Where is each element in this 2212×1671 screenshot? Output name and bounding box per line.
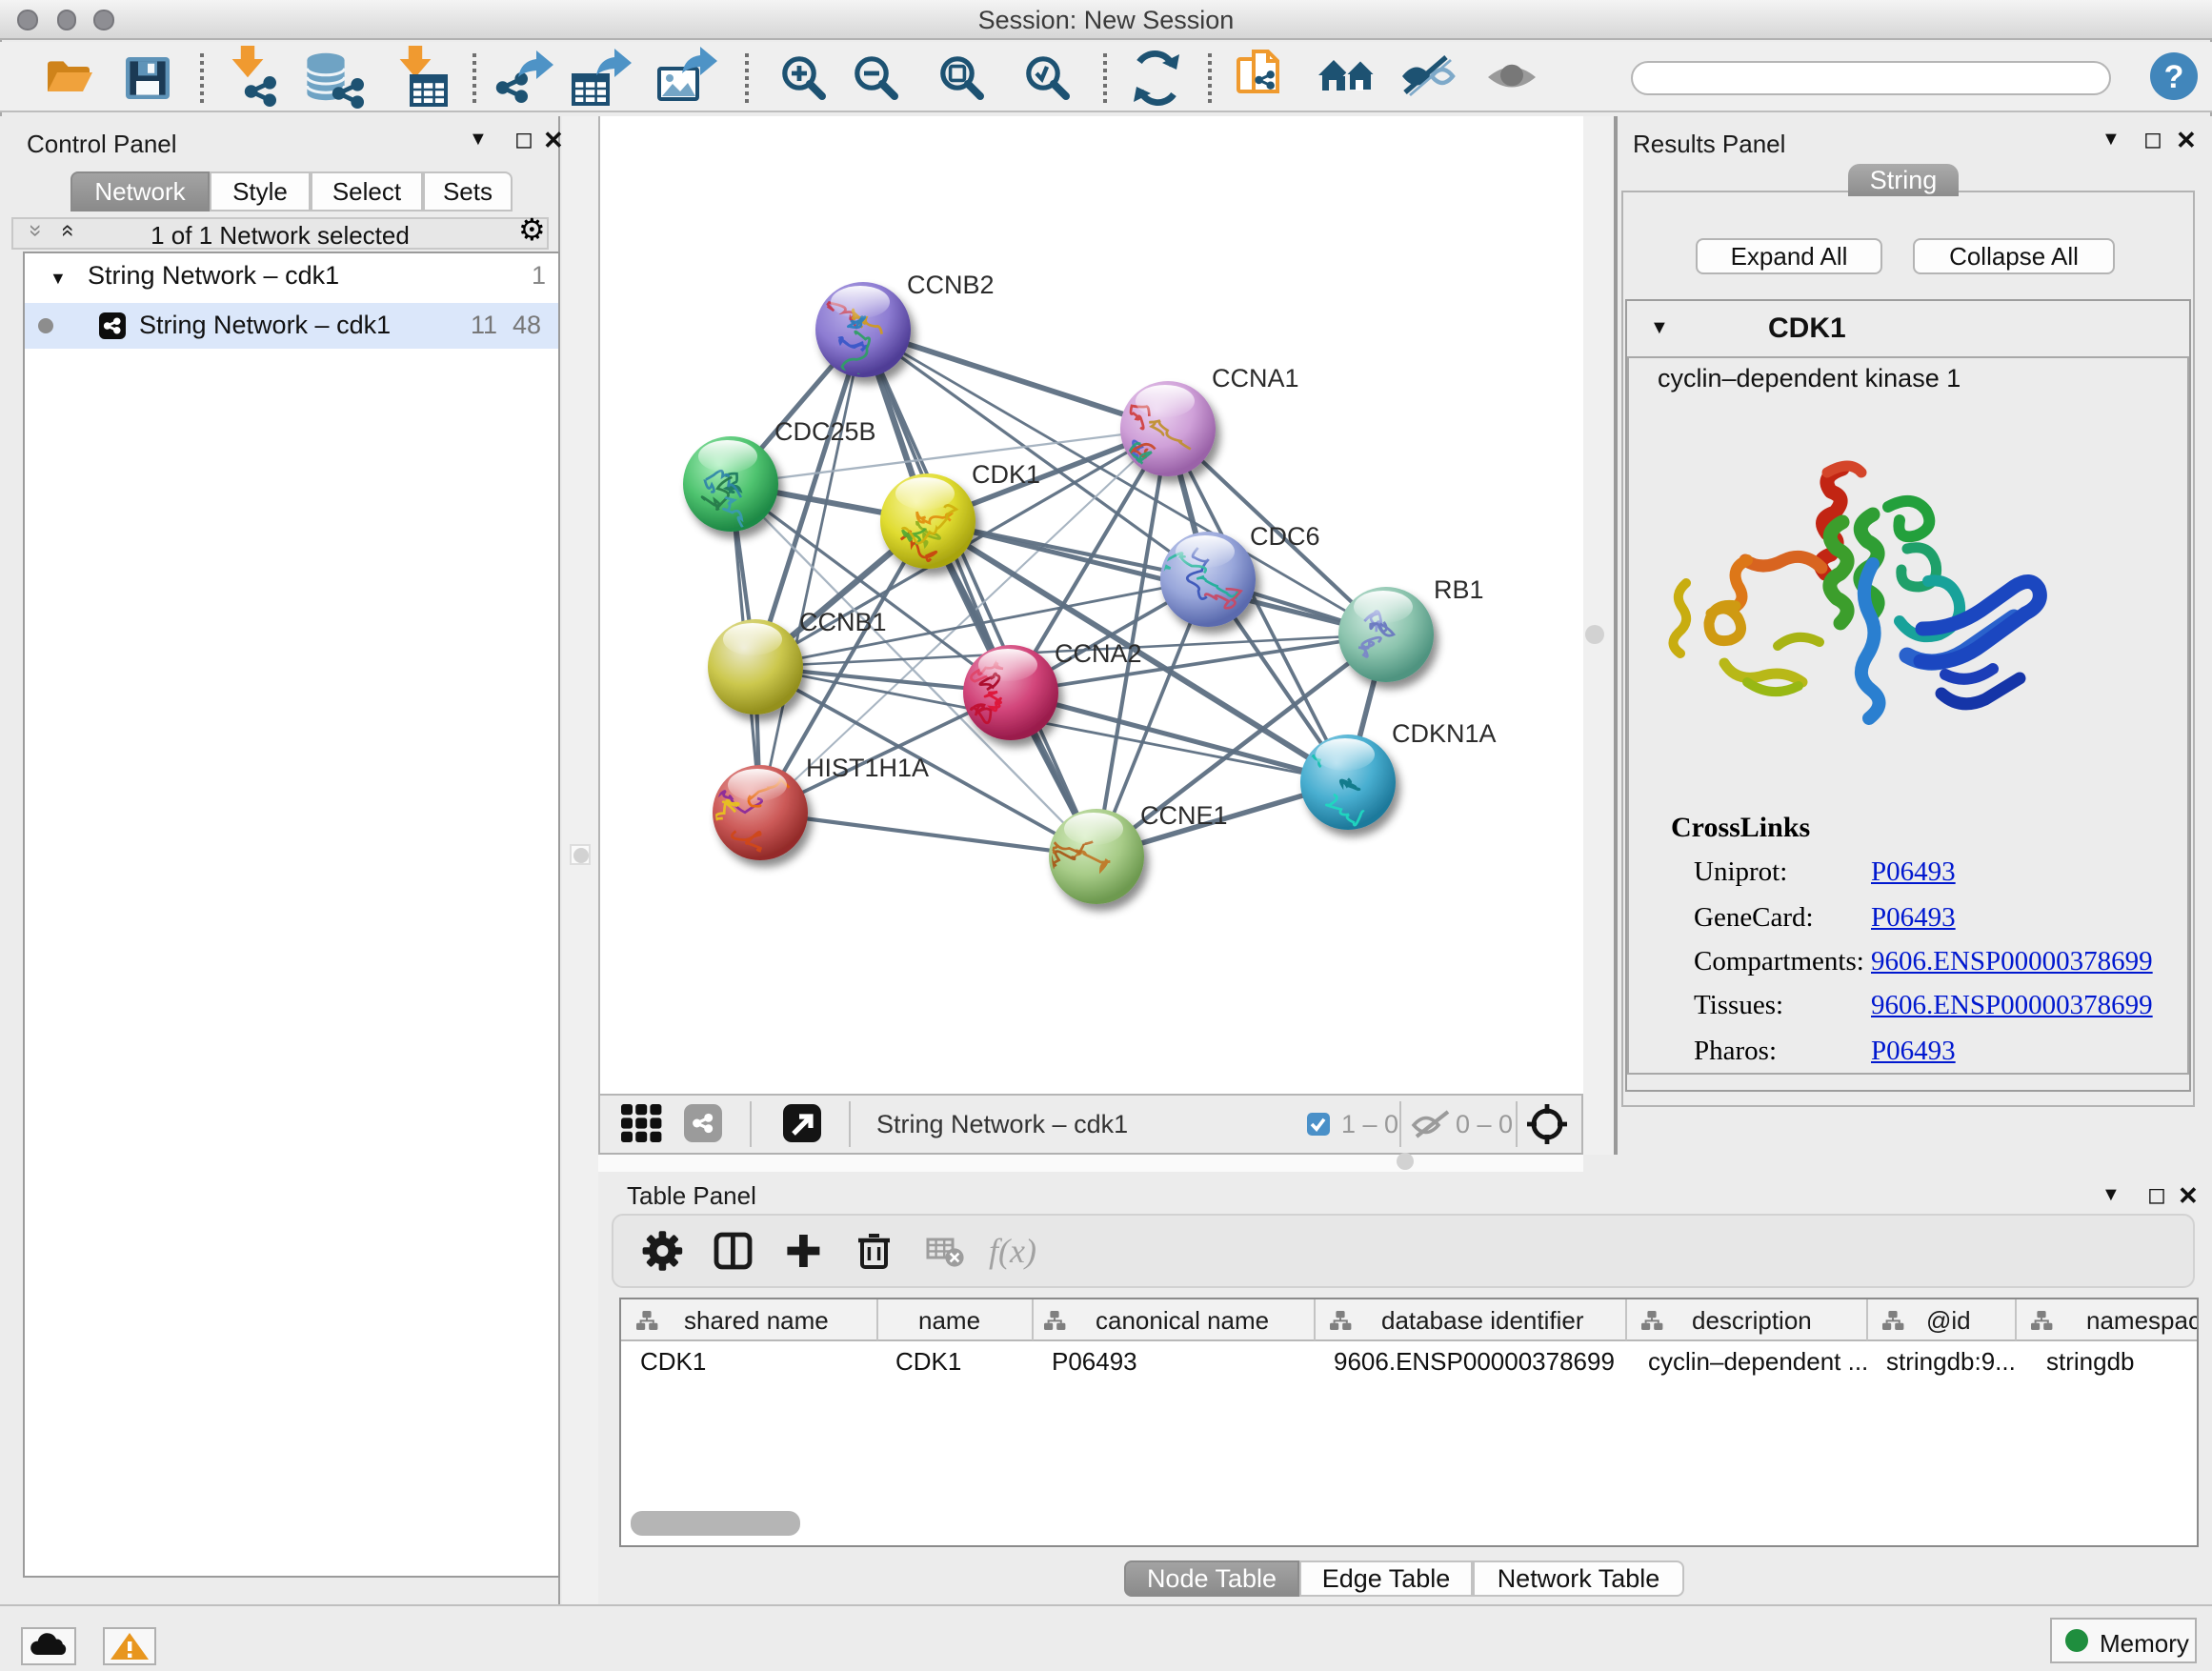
svg-text:CDK1: CDK1 (640, 1347, 706, 1376)
svg-text:CDC25B: CDC25B (774, 417, 876, 446)
svg-text:String Network – cdk1: String Network – cdk1 (876, 1110, 1128, 1138)
svg-text:shared name: shared name (684, 1306, 829, 1335)
svg-text:CDK1: CDK1 (895, 1347, 961, 1376)
svg-text:CDKN1A: CDKN1A (1392, 719, 1497, 748)
svg-text:CDC6: CDC6 (1250, 522, 1320, 551)
svg-text:9606.ENSP00000378699: 9606.ENSP00000378699 (1334, 1347, 1615, 1376)
svg-text:HIST1H1A: HIST1H1A (806, 754, 929, 782)
svg-text:description: description (1692, 1306, 1812, 1335)
svg-text:cyclin–dependent ...: cyclin–dependent ... (1648, 1347, 1868, 1376)
svg-text:@id: @id (1926, 1306, 1971, 1335)
svg-text:P06493: P06493 (1052, 1347, 1137, 1376)
svg-text:stringdb: stringdb (2046, 1347, 2135, 1376)
svg-text:f(x): f(x) (989, 1232, 1036, 1270)
svg-text:CDK1: CDK1 (972, 460, 1040, 489)
svg-text:RB1: RB1 (1434, 575, 1484, 604)
svg-text:stringdb:9...: stringdb:9... (1886, 1347, 2016, 1376)
svg-text:CCNE1: CCNE1 (1140, 801, 1228, 830)
svg-text:CCNA1: CCNA1 (1212, 364, 1299, 393)
svg-text:CCNA2: CCNA2 (1055, 639, 1142, 668)
svg-text:1 – 0: 1 – 0 (1341, 1110, 1398, 1138)
svg-text:0 – 0: 0 – 0 (1456, 1110, 1513, 1138)
svg-text:canonical name: canonical name (1096, 1306, 1269, 1335)
svg-text:CCNB2: CCNB2 (907, 271, 995, 299)
svg-text:?: ? (2164, 59, 2184, 95)
svg-text:database identifier: database identifier (1381, 1306, 1584, 1335)
svg-text:CCNB1: CCNB1 (799, 608, 887, 636)
svg-text:namespac: namespac (2086, 1306, 2197, 1335)
svg-text:name: name (918, 1306, 980, 1335)
